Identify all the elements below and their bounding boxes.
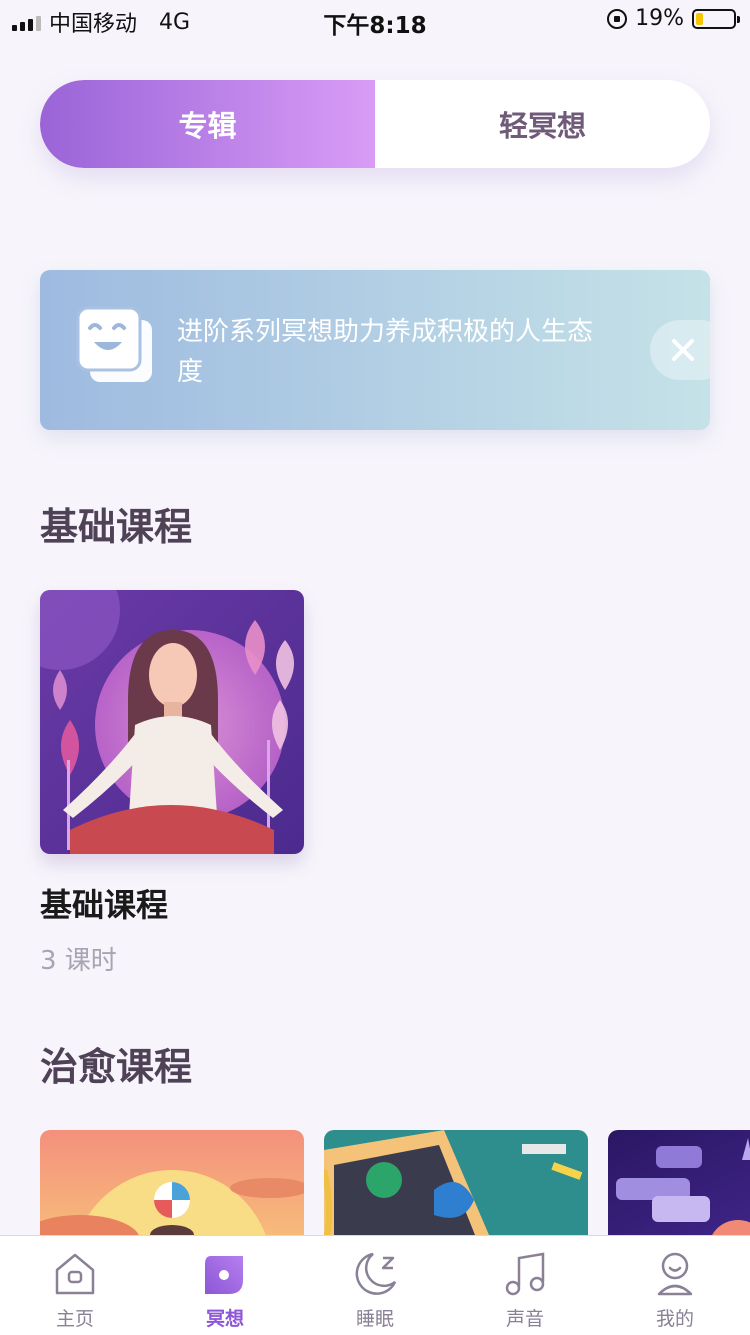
night-chat-bubbles-illustration <box>608 1130 750 1236</box>
course-thumb[interactable] <box>40 1130 304 1236</box>
promo-banner[interactable]: 进阶系列冥想助力养成积极的人生态度 <box>40 270 710 430</box>
music-note-icon <box>505 1252 545 1296</box>
tab-label: 睡眠 <box>355 1308 394 1330</box>
banner-text: 进阶系列冥想助力养成积极的人生态度 <box>177 317 594 387</box>
tab-album[interactable]: 专辑 <box>40 80 375 168</box>
moon-sleep-icon <box>355 1252 397 1295</box>
bottom-tab-bar: 主页 冥想 睡眠 声音 我的 <box>0 1235 750 1335</box>
battery-percent: 19% <box>635 6 684 31</box>
meditation-icon <box>205 1256 243 1294</box>
course-thumb[interactable] <box>608 1130 750 1236</box>
smiley-cards-icon <box>76 306 152 382</box>
tab-profile[interactable]: 我的 <box>600 1236 750 1335</box>
tab-sound[interactable]: 声音 <box>450 1236 600 1335</box>
profile-icon <box>657 1252 693 1296</box>
tab-label: 我的 <box>655 1308 694 1330</box>
tab-sleep[interactable]: 睡眠 <box>300 1236 450 1335</box>
course-name: 基础课程 <box>40 886 169 924</box>
art-canvas-paint-illustration <box>324 1130 588 1236</box>
tab-label: 声音 <box>505 1308 544 1330</box>
battery-icon <box>692 8 740 29</box>
tab-home[interactable]: 主页 <box>0 1236 150 1335</box>
tab-label: 冥想 <box>205 1308 244 1330</box>
section-title-basic: 基础课程 <box>40 505 193 549</box>
home-icon <box>55 1253 95 1295</box>
status-bar: 中国移动 4G 下午8:18 19% <box>0 0 750 40</box>
tab-light-meditation[interactable]: 轻冥想 <box>375 80 710 168</box>
status-right: 19% <box>607 6 740 31</box>
course-meta: 3 课时 <box>40 946 117 976</box>
banner-close-button[interactable] <box>650 320 710 380</box>
tab-meditation[interactable]: 冥想 <box>150 1236 300 1335</box>
course-thumb[interactable] <box>324 1130 588 1236</box>
sunset-beach-ball-illustration <box>40 1130 304 1236</box>
meditating-woman-illustration <box>40 590 304 854</box>
course-card[interactable]: 基础课程 3 课时 <box>40 590 304 977</box>
close-icon <box>672 339 694 361</box>
battery-fill <box>696 12 703 25</box>
section-title-healing: 治愈课程 <box>40 1045 193 1089</box>
healing-course-list <box>40 1130 750 1236</box>
course-cover-image <box>40 590 304 854</box>
rotation-lock-icon <box>607 8 628 29</box>
segmented-control: 专辑 轻冥想 <box>40 80 710 168</box>
tab-label: 主页 <box>55 1308 94 1330</box>
